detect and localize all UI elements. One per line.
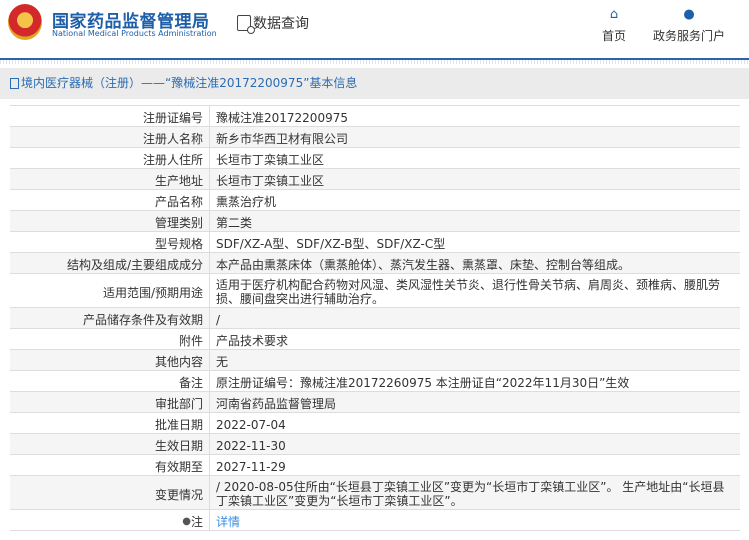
home-icon: ⌂	[609, 7, 619, 22]
row-label-text: 型号规格	[154, 237, 203, 251]
row-label: 审批部门	[10, 392, 210, 412]
row-label-text: 结构及组成/主要组成成分	[66, 258, 203, 272]
row-label-text: 产品储存条件及有效期	[82, 313, 203, 327]
row-label-text: 生效日期	[154, 439, 203, 453]
row-value: 河南省药品监督管理局	[216, 396, 337, 411]
table-row: 生产地址 长垣市丁栾镇工业区	[10, 169, 740, 190]
table-row: 注册证编号 豫械注准20172200975	[10, 106, 740, 127]
table-row: 变更情况 / 2020-08-05住所由“长垣县丁栾镇工业区”变更为“长垣市丁栾…	[10, 476, 740, 510]
row-label: 生效日期	[10, 434, 210, 454]
row-label-text: 变更情况	[154, 487, 203, 502]
row-value: 产品技术要求	[216, 333, 289, 348]
data-query-label: 数据查询	[253, 16, 309, 32]
document-icon	[10, 78, 19, 89]
pin-icon: ●	[182, 516, 191, 527]
table-row: 产品储存条件及有效期 /	[10, 308, 740, 329]
nav-home[interactable]: ⌂ 首页	[598, 8, 630, 44]
row-value: /	[216, 312, 221, 327]
details-link[interactable]: 详情	[210, 510, 740, 530]
row-label: 适用范围/预期用途	[10, 274, 210, 307]
row-value: 长垣市丁栾镇工业区	[216, 173, 325, 188]
table-row: 结构及组成/主要组成成分 本产品由熏蒸床体（熏蒸舱体）、蒸汽发生器、熏蒸罩、床垫、…	[10, 253, 740, 274]
row-label: 产品名称	[10, 190, 210, 210]
table-row: 有效期至 2027-11-29	[10, 455, 740, 476]
row-value: 熏蒸治疗机	[216, 194, 277, 209]
row-label: ● 注	[10, 510, 210, 530]
site-header: 国家药品监督管理局 National Medical Products Admi…	[0, 0, 749, 58]
row-label: 批准日期	[10, 413, 210, 433]
row-value: 豫械注准20172200975	[216, 110, 348, 125]
row-label-text: 审批部门	[154, 397, 203, 411]
row-label: 管理类别	[10, 211, 210, 231]
table-row: 其他内容无	[10, 350, 740, 371]
row-label-text: 注册人名称	[142, 132, 203, 146]
table-row: 审批部门 河南省药品监督管理局	[10, 392, 740, 413]
row-value: 2027-11-29	[216, 459, 286, 474]
breadcrumb: 境内医疗器械（注册）——“豫械注准20172200975”基本信息	[0, 68, 749, 99]
table-row: 注册人住所 长垣市丁栾镇工业区	[10, 148, 740, 169]
row-label-text: 附件	[178, 334, 203, 348]
row-label-text: 生产地址	[154, 174, 203, 188]
table-row: ● 注详情	[10, 510, 740, 531]
row-label-text: 注	[190, 515, 203, 529]
row-value: 新乡市华西卫材有限公司	[216, 131, 349, 146]
row-label: 结构及组成/主要组成成分	[10, 253, 210, 273]
nav-service-portal[interactable]: ● 政务服务门户	[650, 8, 728, 44]
row-value: 适用于医疗机构配合药物对风湿、类风湿性关节炎、退行性骨关节病、肩周炎、颈椎病、腰…	[216, 278, 721, 306]
detail-table: 注册证编号 豫械注准20172200975 注册人名称 新乡市华西卫材有限公司 注册人住…	[10, 105, 740, 531]
table-row: 备注 原注册证编号：豫械注准20172260975 本注册证自“2022年11月3…	[10, 371, 740, 392]
search-document-icon	[237, 15, 255, 34]
row-label: 注册人住所	[10, 148, 210, 168]
table-row: 批准日期 2022-07-04	[10, 413, 740, 434]
row-label: 其他内容	[10, 350, 210, 370]
row-label: 注册人名称	[10, 127, 210, 147]
data-query-title[interactable]: 数据查询	[237, 13, 309, 34]
row-label-text: 有效期至	[154, 460, 203, 474]
row-label: 型号规格	[10, 232, 210, 252]
row-label-text: 产品名称	[154, 195, 203, 209]
user-icon: ●	[683, 7, 695, 22]
row-value: / 2020-08-05住所由“长垣县丁栾镇工业区”变更为“长垣市丁栾镇工业区”…	[216, 480, 725, 508]
row-label-text: 批准日期	[154, 418, 203, 432]
row-value: 长垣市丁栾镇工业区	[216, 152, 325, 167]
table-row: 注册人名称 新乡市华西卫材有限公司	[10, 127, 740, 148]
row-label: 附件	[10, 329, 210, 349]
logo-subtitle: National Medical Products Administration	[52, 29, 217, 38]
row-value: 2022-07-04	[216, 417, 286, 432]
row-label-text: 其他内容	[154, 355, 203, 369]
table-row: 附件 产品技术要求	[10, 329, 740, 350]
row-label: 注册证编号	[10, 106, 210, 126]
row-value: 无	[216, 354, 229, 369]
row-label-text: 管理类别	[154, 216, 203, 230]
row-label: 有效期至	[10, 455, 210, 475]
row-label: 产品储存条件及有效期	[10, 308, 210, 328]
table-row: 管理类别 第二类	[10, 211, 740, 232]
table-row: 产品名称 熏蒸治疗机	[10, 190, 740, 211]
nav-home-label: 首页	[601, 29, 626, 43]
row-value: 2022-11-30	[216, 438, 286, 453]
national-emblem-logo	[8, 4, 42, 40]
row-label: 变更情况	[10, 476, 210, 509]
row-value: SDF/XZ-A型、SDF/XZ-B型、SDF/XZ-C型	[216, 236, 446, 251]
table-row: 生效日期 2022-11-30	[10, 434, 740, 455]
breadcrumb-text: 境内医疗器械（注册）——“豫械注准20172200975”基本信息	[21, 76, 358, 90]
row-value: 本产品由熏蒸床体（熏蒸舱体）、蒸汽发生器、熏蒸罩、床垫、控制台等组成。	[216, 257, 631, 272]
table-row: 适用范围/预期用途 适用于医疗机构配合药物对风湿、类风湿性关节炎、退行性骨关节病、…	[10, 274, 740, 308]
row-label-text: 注册证编号	[142, 111, 203, 125]
row-value: 原注册证编号：豫械注准20172260975 本注册证自“2022年11月30日…	[216, 375, 630, 390]
row-value: 第二类	[216, 215, 253, 230]
row-label-text: 备注	[178, 376, 203, 390]
row-label-text: 注册人住所	[142, 153, 203, 167]
row-label-text: 适用范围/预期用途	[102, 285, 203, 300]
nav-service-label: 政务服务门户	[652, 29, 725, 43]
row-label: 生产地址	[10, 169, 210, 189]
table-row: 型号规格 SDF/XZ-A型、SDF/XZ-B型、SDF/XZ-C型	[10, 232, 740, 253]
row-label: 备注	[10, 371, 210, 391]
header-divider	[0, 58, 749, 64]
